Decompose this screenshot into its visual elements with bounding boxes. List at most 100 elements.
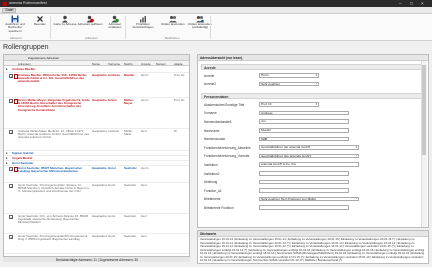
row-checkbox[interactable]	[9, 215, 14, 220]
tree-row[interactable]: Andreas Müller-Maier, Berlinstr. 10, Cli…	[4, 129, 189, 151]
ausführen-und-rechenbe-speichern-button[interactable]: Ausführen und Rechenbe speichern	[2, 15, 28, 35]
institution2-field[interactable]	[259, 171, 349, 176]
anrede-select[interactable]: Herrn	[259, 73, 319, 78]
address-text: Horst Seehofer	[12, 161, 34, 165]
namenszusatz-field[interactable]: MdB	[259, 136, 349, 142]
row-cell: Horst	[108, 183, 116, 187]
address-count: Berücksichtigte Adressen: 11 | Zugewiese…	[56, 257, 138, 262]
funktion-a2-field[interactable]	[259, 188, 349, 193]
field-label: Namenszusatz	[204, 137, 226, 142]
field-label: Nachname	[204, 128, 220, 133]
minimize-button[interactable]: –	[399, 1, 402, 6]
akademischer-sonstige-titel-select[interactable]: Prof. Dr.	[259, 102, 319, 107]
column-nachn[interactable]: Nachn.	[124, 62, 134, 66]
tree-row[interactable]: Horst Seehofer, Prinzregentenplatz/Prinz…	[4, 234, 189, 254]
file-menu[interactable]: Datei	[2, 8, 16, 13]
row-cell: Horst	[108, 166, 116, 170]
close-window-button[interactable]: ×	[421, 1, 424, 6]
nachname-field[interactable]: Mueller	[259, 128, 349, 133]
funktionsbezeichnung-vormals-select[interactable]: Geschäftsführer des antenda GmbH	[259, 153, 359, 159]
tree-row[interactable]: Andreas Mueller, Wittendorfer 10C, 13509…	[4, 73, 189, 98]
ribbon-separator	[50, 15, 51, 39]
row-checkbox[interactable]	[9, 184, 14, 189]
field-label: Akademischer/Sonstige Titel	[204, 102, 245, 107]
expand-toggle[interactable]: ▸	[6, 156, 8, 160]
status-bar: Berücksichtigte Adressen: 11 | Zugewiese…	[3, 256, 190, 262]
namensbestandteil-field[interactable]: von	[259, 119, 349, 124]
field-label: Namensbestandteil	[204, 119, 232, 124]
row-cell: Horst	[108, 234, 116, 238]
row-cell: Hauptadresse	[92, 234, 107, 238]
address-text: Horst Seehofer, Frhr.-von-Schenk-Strasse…	[18, 214, 89, 225]
prioritäten-berücksichtigen-button[interactable]: Prioritäten berücksichtigen	[130, 15, 156, 35]
ribbon-button-label: Prioritäten berücksichtigen	[132, 22, 154, 30]
vorname-field[interactable]: Andreas	[259, 110, 349, 116]
row-cell: Seehofer	[124, 214, 137, 218]
row-cell: Mueller	[124, 73, 135, 77]
row-checkbox[interactable]	[9, 74, 14, 79]
expand-toggle[interactable]: ▸	[6, 67, 8, 71]
institution-field[interactable]: antenda GmbH & Co. KG	[259, 162, 359, 167]
keywords-text: Veranstaltungen 15.01.14 | Einladung zu …	[200, 237, 425, 262]
abteilung-field[interactable]	[259, 179, 349, 185]
address-text: Andreas Mueller, Wittendorfer 10C, 13509…	[18, 73, 88, 84]
address-text: Horst Seehofer, 85027 München, Bayerisch…	[18, 166, 83, 173]
rollen-anwenden-button[interactable]: Rollen anwenden	[160, 15, 186, 35]
maximize-button[interactable]: □	[410, 1, 413, 6]
column-name[interactable]: Name	[92, 62, 100, 66]
gehe-zu-adresse-button[interactable]: Gehe zu Adresse	[52, 15, 78, 35]
column-vorname[interactable]: Vorname	[108, 62, 120, 66]
row-checkbox[interactable]	[9, 167, 14, 172]
column-namen[interactable]: Namen	[156, 62, 166, 66]
window-title: antenda Rollenmanifest	[9, 1, 47, 6]
row-cell: Herr	[141, 183, 147, 187]
funktionsbezeichnung-aktuelles-select[interactable]: Geschäftsführer der antenda GmbH	[259, 145, 359, 150]
row-checkbox[interactable]	[9, 130, 14, 135]
address-text: Grimo Müller-Meyer, Benjamin-Vogelsdorf …	[18, 98, 90, 112]
row-cell: Müller-Meyer	[124, 98, 134, 105]
title-bar: antenda Rollenmanifest – □ ×	[0, 0, 432, 7]
row-checkbox[interactable]	[9, 99, 14, 104]
field-label: Funktionsbezeichnung_Aktuelles	[204, 145, 251, 150]
anrede2-select[interactable]: Sehr geehrter	[259, 81, 319, 87]
field-label: Briefanrede Funktion	[204, 205, 234, 210]
keywords-title: Stichworte	[198, 231, 428, 237]
ribbon-toolbar: Ausführen und Rechenbe speichern Beenden G…	[0, 13, 432, 41]
ribbon-button-label: Rollen anwenden	[161, 22, 185, 27]
column-akade[interactable]: Akade.	[174, 62, 183, 66]
address-text: Horst Seehofer, Prinzregentenplatz, Stra…	[18, 183, 90, 194]
ribbon-group-label: Aktionen	[10, 35, 22, 40]
row-checkbox[interactable]	[9, 235, 14, 240]
field-label: Funktion_a2	[204, 188, 222, 193]
row-cell: Herr	[141, 234, 147, 238]
field-label: Vorname	[204, 111, 217, 116]
row-cell: Andreas	[108, 129, 120, 133]
row-cell: Seehofer	[124, 183, 137, 187]
role-group-tree[interactable]: Zugewiesene Adressen Adressen Name Vorname…	[3, 54, 190, 262]
tree-row[interactable]: Horst Seehofer, 85027 München, Bayerisch…	[4, 166, 189, 183]
address-text: Horst Seehofer, Prinzregentenplatz/Prinz…	[18, 234, 89, 241]
expand-toggle[interactable]: ▸	[6, 151, 8, 155]
column-anrede[interactable]: Anrede	[141, 62, 151, 66]
expand-toggle[interactable]: ▸	[6, 161, 8, 165]
briefanrede-select[interactable]: Sehr geehrter Herr Professor von Müller,	[259, 196, 359, 202]
adressen-auflösen-button[interactable]: Adressen auflösen	[77, 15, 103, 35]
row-cell: Seehofer	[124, 234, 137, 238]
row-cell: Andreas	[108, 73, 121, 77]
tree-row[interactable]: Horst Seehofer, Prinzregentenplatz, Stra…	[4, 183, 189, 214]
address-text: Sigmar Gabriel	[12, 151, 34, 155]
row-cell: Herr	[141, 214, 147, 218]
tree-row[interactable]: Grimo Müller-Meyer, Benjamin-Vogelsdorf …	[4, 98, 189, 129]
scrollbar-thumb[interactable]	[422, 65, 426, 155]
panel-header: Adressübersicht (nur lesen)	[198, 55, 428, 61]
row-cell: Herrn	[141, 73, 149, 77]
ribbon-button-label: Gehe zu Adresse	[53, 22, 77, 27]
column-adressen[interactable]: Adressen	[18, 62, 31, 66]
field-label: Funktionsbezeichnung_Vormals	[204, 154, 250, 159]
row-cell: Seehofer	[124, 166, 137, 170]
tree-row[interactable]: Horst Seehofer, Frhr.-von-Schenk-Strasse…	[4, 214, 189, 234]
field-label: Institution2	[204, 171, 220, 176]
ribbon-separator	[125, 15, 126, 39]
ribbon-button-label: Adressen auflösen	[77, 22, 103, 27]
briefanrede-funktion-field[interactable]	[259, 205, 349, 210]
